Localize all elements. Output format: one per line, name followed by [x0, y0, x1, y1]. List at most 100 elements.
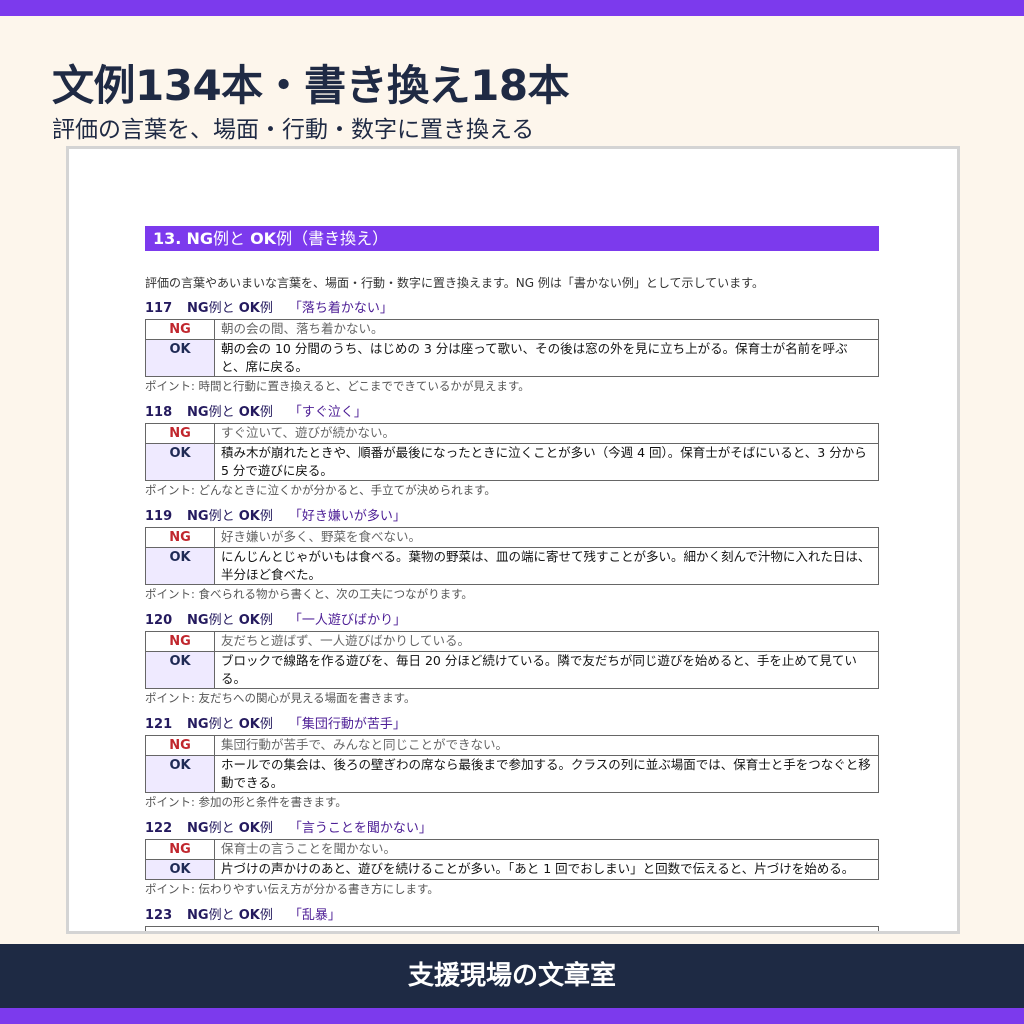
section-heading: 13. NG例と OK例（書き換え） — [145, 226, 879, 251]
entry-heading-ok: OK — [238, 613, 260, 628]
top-accent-bar — [0, 0, 1024, 16]
entry-heading-ng: NG — [187, 717, 209, 732]
ng-ok-table: NG 保育士の言うことを聞かない。 OK 片づけの声かけのあと、遊びを続けることが多い… — [145, 839, 879, 880]
ok-text: ブロックで線路を作る遊びを、毎日 20 分ほど続けている。隣で友だちが同じ遊びを… — [221, 653, 857, 686]
entry-heading-ok: OK — [238, 405, 260, 420]
ok-text: 片づけの声かけのあと、遊びを続けることが多い。「あと 1 回でおしまい」と回数で… — [221, 861, 855, 876]
document-page: 13. NG例と OK例（書き換え） 評価の言葉やあいまいな言葉を、場面・行動・… — [145, 226, 879, 931]
entry-point: ポイント: 伝わりやすい伝え方が分かる書き方にします。 — [145, 882, 439, 896]
entry-heading-ok: OK — [238, 717, 260, 732]
entry-heading: 121 NG例と OK例 「集団行動が苦手」 — [145, 715, 879, 735]
example-entry: 122 NG例と OK例 「言うことを聞かない」 NG 保育士の言うことを聞かない。 OK… — [145, 819, 879, 899]
entry-heading-mid: 例と — [208, 821, 235, 836]
ok-label: OK — [146, 548, 215, 584]
entry-heading-ng: NG — [187, 821, 209, 836]
ng-label: NG — [146, 736, 215, 755]
ok-label: OK — [146, 860, 215, 879]
section-number: 13. — [153, 229, 182, 248]
entry-heading-end: 例 — [259, 908, 273, 923]
example-entry: 119 NG例と OK例 「好き嫌いが多い」 NG 好き嫌いが多く、野菜を食べない。 OK… — [145, 507, 879, 604]
entry-number: 118 — [145, 405, 173, 420]
entry-topic: 「乱暴」 — [288, 908, 341, 923]
ng-label: NG — [146, 424, 215, 443]
entry-number: 120 — [145, 613, 173, 628]
entry-number: 121 — [145, 717, 173, 732]
footer-brand: 支援現場の文章室 — [407, 961, 616, 991]
example-entry: 118 NG例と OK例 「すぐ泣く」 NG すぐ泣いて、遊びが続かない。 OK 積み木が崩… — [145, 403, 879, 500]
ng-label: NG — [146, 840, 215, 859]
entry-topic: 「好き嫌いが多い」 — [288, 509, 406, 524]
entry-heading-mid: 例と — [208, 717, 235, 732]
ok-label: OK — [146, 756, 215, 792]
entry-heading-end: 例 — [259, 821, 273, 836]
entry-number: 123 — [145, 908, 173, 923]
entry-heading-mid: 例と — [208, 509, 235, 524]
entry-point: ポイント: 食べられる物から書くと、次の工夫につながります。 — [145, 587, 473, 601]
entry-point: ポイント: 参加の形と条件を書きます。 — [145, 795, 347, 809]
ng-row: NG 保育士の言うことを聞かない。 — [146, 840, 878, 859]
ok-row: OK 朝の会の 10 分間のうち、はじめの 3 分は座って歌い、その後は窓の外を見… — [146, 339, 878, 376]
entry-heading: 120 NG例と OK例 「一人遊びばかり」 — [145, 611, 879, 631]
section-ok-label: OK — [250, 229, 277, 248]
ng-ok-table — [145, 926, 879, 931]
ng-ok-table: NG 好き嫌いが多く、野菜を食べない。 OK にんじんとじゃがいもは食べる。葉物の野菜… — [145, 527, 879, 585]
ng-row: NG すぐ泣いて、遊びが続かない。 — [146, 424, 878, 443]
ok-text: 積み木が崩れたときや、順番が最後になったときに泣くことが多い（今週 4 回）。保… — [221, 445, 867, 478]
ok-row: OK ホールでの集会は、後ろの壁ぎわの席なら最後まで参加する。クラスの列に並ぶ場面… — [146, 755, 878, 792]
ng-text: 友だちと遊ばず、一人遊びばかりしている。 — [221, 633, 471, 648]
document-preview: 13. NG例と OK例（書き換え） 評価の言葉やあいまいな言葉を、場面・行動・… — [66, 146, 960, 934]
entry-topic: 「すぐ泣く」 — [288, 405, 367, 420]
entry-heading-ng: NG — [187, 509, 209, 524]
entry-topic: 「落ち着かない」 — [288, 301, 393, 316]
ok-row: OK 片づけの声かけのあと、遊びを続けることが多い。「あと 1 回でおしまい」と回… — [146, 859, 878, 879]
entry-heading-end: 例 — [259, 717, 273, 732]
entry-heading-end: 例 — [259, 509, 273, 524]
entry-heading-ng: NG — [187, 405, 209, 420]
ng-text: 好き嫌いが多く、野菜を食べない。 — [221, 529, 422, 544]
ng-ok-table: NG すぐ泣いて、遊びが続かない。 OK 積み木が崩れたときや、順番が最後になったとき… — [145, 423, 879, 481]
entry-heading: 123 NG例と OK例 「乱暴」 — [145, 906, 879, 926]
ok-row: OK ブロックで線路を作る遊びを、毎日 20 分ほど続けている。隣で友だちが同じ遊… — [146, 651, 878, 688]
entry-heading-end: 例 — [259, 613, 273, 628]
ng-ok-table: NG 友だちと遊ばず、一人遊びばかりしている。 OK ブロックで線路を作る遊びを、毎日… — [145, 631, 879, 689]
ok-row: OK 積み木が崩れたときや、順番が最後になったときに泣くことが多い（今週 4 回）… — [146, 443, 878, 480]
section-intro: 評価の言葉やあいまいな言葉を、場面・行動・数字に置き換えます。NG 例は「書かな… — [145, 276, 764, 290]
page-subtitle: 評価の言葉を、場面・行動・数字に置き換える — [52, 117, 535, 143]
example-entry: 120 NG例と OK例 「一人遊びばかり」 NG 友だちと遊ばず、一人遊びばかりしてい… — [145, 611, 879, 708]
ng-text: すぐ泣いて、遊びが続かない。 — [221, 425, 396, 440]
entry-heading: 118 NG例と OK例 「すぐ泣く」 — [145, 403, 879, 423]
entry-heading-end: 例 — [259, 301, 273, 316]
ng-label: NG — [146, 632, 215, 651]
example-list: 117 NG例と OK例 「落ち着かない」 NG 朝の会の間、落ち着かない。 OK 朝の会の… — [145, 299, 879, 931]
ng-ok-table: NG 朝の会の間、落ち着かない。 OK 朝の会の 10 分間のうち、はじめの 3 分は… — [145, 319, 879, 377]
footer-bar: 支援現場の文章室 — [0, 944, 1024, 1008]
ng-row: NG 朝の会の間、落ち着かない。 — [146, 320, 878, 339]
entry-number: 119 — [145, 509, 173, 524]
example-entry: 121 NG例と OK例 「集団行動が苦手」 NG 集団行動が苦手で、みんなと同じことが… — [145, 715, 879, 812]
entry-point: ポイント: 時間と行動に置き換えると、どこまでできているかが見えます。 — [145, 379, 530, 393]
ng-row: NG 好き嫌いが多く、野菜を食べない。 — [146, 528, 878, 547]
entry-heading-ng: NG — [187, 613, 209, 628]
ok-text: 朝の会の 10 分間のうち、はじめの 3 分は座って歌い、その後は窓の外を見に立… — [221, 341, 848, 374]
entry-heading-mid: 例と — [208, 908, 235, 923]
ng-text: 保育士の言うことを聞かない。 — [221, 841, 397, 856]
entry-topic: 「集団行動が苦手」 — [288, 717, 406, 732]
entry-number: 122 — [145, 821, 173, 836]
ng-text: 集団行動が苦手で、みんなと同じことができない。 — [221, 737, 509, 752]
example-entry: 123 NG例と OK例 「乱暴」 — [145, 906, 879, 931]
entry-heading-ng: NG — [187, 908, 209, 923]
ng-row: NG 集団行動が苦手で、みんなと同じことができない。 — [146, 736, 878, 755]
entry-heading-ok: OK — [238, 509, 260, 524]
entry-heading-ok: OK — [238, 821, 260, 836]
entry-number: 117 — [145, 301, 173, 316]
ng-ok-table: NG 集団行動が苦手で、みんなと同じことができない。 OK ホールでの集会は、後ろの壁… — [145, 735, 879, 793]
ng-row: NG 友だちと遊ばず、一人遊びばかりしている。 — [146, 632, 878, 651]
entry-heading: 119 NG例と OK例 「好き嫌いが多い」 — [145, 507, 879, 527]
page-title: 文例134本・書き換え18本 — [52, 61, 570, 110]
entry-heading-ng: NG — [187, 301, 209, 316]
entry-topic: 「一人遊びばかり」 — [288, 613, 407, 628]
entry-heading-mid: 例と — [208, 405, 235, 420]
entry-heading: 122 NG例と OK例 「言うことを聞かない」 — [145, 819, 879, 839]
entry-topic: 「言うことを聞かない」 — [288, 821, 432, 836]
entry-heading-ok: OK — [238, 301, 260, 316]
